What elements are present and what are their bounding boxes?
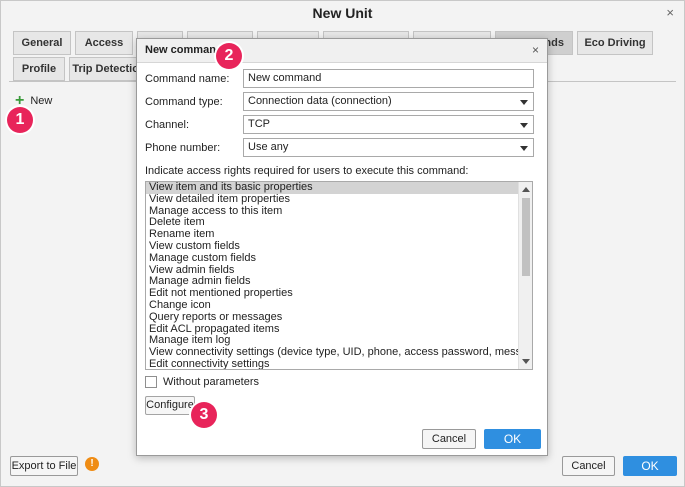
window-title: New Unit [312, 5, 373, 21]
command-type-select[interactable]: Connection data (connection) [243, 92, 534, 111]
chevron-down-icon [520, 100, 528, 105]
access-right-item[interactable]: Manage item log [146, 335, 518, 347]
access-right-item[interactable]: Edit ACL propagated items [146, 324, 518, 336]
access-right-item[interactable]: Edit connectivity settings [146, 359, 518, 369]
access-right-item[interactable]: Query reports or messages [146, 312, 518, 324]
command-name-label: Command name: [145, 73, 230, 85]
new-command-dialog: New command × Command name: New command … [136, 38, 548, 456]
access-right-item[interactable]: Rename item [146, 229, 518, 241]
step-badge-3: 3 [191, 402, 217, 428]
access-right-item[interactable]: Delete item [146, 217, 518, 229]
dialog-ok-button[interactable]: OK [484, 429, 541, 449]
phone-number-value: Use any [248, 141, 289, 153]
access-rights-list[interactable]: View item and its basic properties View d… [145, 181, 533, 370]
channel-label: Channel: [145, 119, 190, 131]
channel-select[interactable]: TCP [243, 115, 534, 134]
dialog-cancel-button[interactable]: Cancel [422, 429, 476, 449]
access-right-item[interactable]: Manage admin fields [146, 276, 518, 288]
access-right-item[interactable]: View item and its basic properties [146, 182, 518, 194]
without-parameters-row[interactable]: Without parameters [145, 376, 259, 388]
phone-number-label: Phone number: [145, 142, 221, 154]
step-badge-2: 2 [216, 43, 242, 69]
scroll-up-icon[interactable] [522, 187, 530, 192]
access-right-item[interactable]: View connectivity settings (device type,… [146, 347, 518, 359]
access-right-item[interactable]: View detailed item properties [146, 194, 518, 206]
configure-button[interactable]: Configure [145, 396, 195, 415]
access-right-item[interactable]: Change icon [146, 300, 518, 312]
chevron-down-icon [520, 146, 528, 151]
rights-items: View item and its basic properties View d… [146, 182, 518, 369]
access-right-item[interactable]: Manage custom fields [146, 253, 518, 265]
close-icon[interactable]: × [666, 6, 674, 20]
without-parameters-checkbox[interactable] [145, 376, 157, 388]
dialog-title: New command [145, 44, 223, 56]
phone-number-select[interactable]: Use any [243, 138, 534, 157]
step-badge-1: 1 [7, 107, 33, 133]
access-right-item[interactable]: Edit not mentioned properties [146, 288, 518, 300]
without-parameters-label: Without parameters [163, 376, 259, 388]
dialog-header: New command × [137, 39, 547, 63]
access-right-item[interactable]: Manage access to this item [146, 206, 518, 218]
scrollbar[interactable] [518, 182, 532, 369]
command-name-input[interactable]: New command [243, 69, 534, 88]
scroll-down-icon[interactable] [522, 359, 530, 364]
command-type-value: Connection data (connection) [248, 95, 392, 107]
scroll-thumb[interactable] [522, 198, 530, 276]
channel-value: TCP [248, 118, 270, 130]
access-rights-caption: Indicate access rights required for user… [145, 165, 469, 177]
access-right-item[interactable]: View admin fields [146, 265, 518, 277]
chevron-down-icon [520, 123, 528, 128]
command-type-label: Command type: [145, 96, 223, 108]
dialog-close-icon[interactable]: × [532, 43, 539, 57]
access-right-item[interactable]: View custom fields [146, 241, 518, 253]
